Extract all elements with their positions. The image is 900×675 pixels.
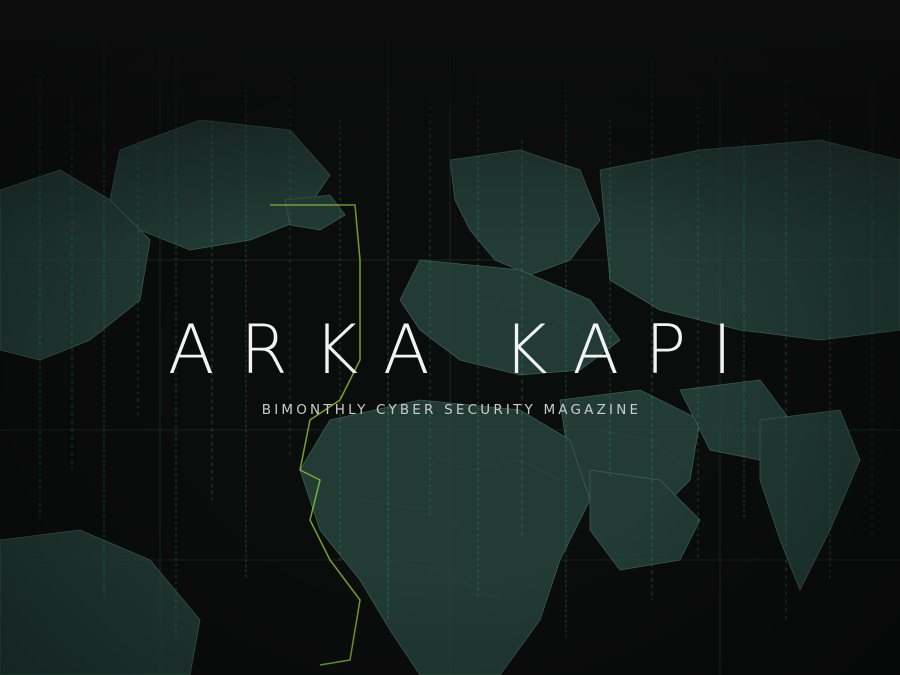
magazine-title: ARKA KAPI — [167, 310, 759, 390]
magazine-tagline: BIMONTHLY CYBER SECURITY MAGAZINE — [261, 402, 642, 418]
hero-banner: ARKA KAPI BIMONTHLY CYBER SECURITY MAGAZ… — [0, 0, 900, 675]
